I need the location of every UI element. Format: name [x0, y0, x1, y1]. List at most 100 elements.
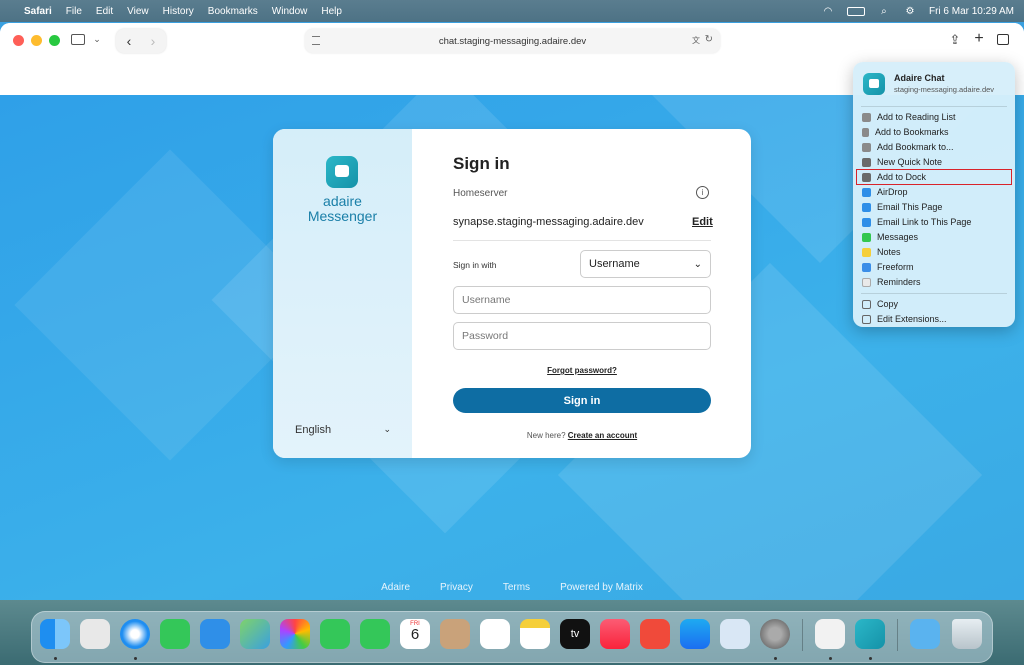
- adaire-chat-icon[interactable]: [855, 619, 885, 649]
- share-item-email-link[interactable]: Email Link to This Page: [857, 215, 1011, 229]
- downloads-folder-icon[interactable]: [910, 619, 940, 649]
- minimize-window-button[interactable]: [31, 35, 42, 46]
- footer-links: Adaire Privacy Terms Powered by Matrix: [0, 582, 1024, 593]
- new-here-text: New here?: [526, 431, 566, 440]
- phone-icon[interactable]: [360, 619, 390, 649]
- book-icon: [862, 142, 871, 152]
- close-window-button[interactable]: [13, 35, 24, 46]
- share-item-quick-note[interactable]: New Quick Note: [857, 155, 1011, 169]
- music-icon[interactable]: [600, 619, 630, 649]
- menu-edit[interactable]: Edit: [96, 6, 113, 17]
- username-placeholder: Username: [462, 294, 511, 306]
- menu-separator: [861, 106, 1007, 107]
- rocket-app-icon[interactable]: [640, 619, 670, 649]
- share-site-title: Adaire Chat: [894, 73, 945, 83]
- apple-tv-icon[interactable]: tv: [560, 619, 590, 649]
- safari-icon[interactable]: [120, 619, 150, 649]
- address-url: chat.staging-messaging.adaire.dev: [438, 35, 587, 47]
- wifi-icon[interactable]: ◠: [821, 6, 835, 17]
- finder-icon[interactable]: [40, 619, 70, 649]
- sign-in-method-select[interactable]: Username ⌄: [580, 250, 711, 278]
- sign-in-method-value: Username: [589, 258, 640, 270]
- reload-icon[interactable]: ↻: [705, 34, 713, 45]
- launchpad-icon[interactable]: [80, 619, 110, 649]
- share-item-copy[interactable]: Copy: [857, 297, 1011, 311]
- maps-icon[interactable]: [240, 619, 270, 649]
- share-item-notes[interactable]: Notes: [857, 245, 1011, 259]
- running-indicator: [869, 657, 872, 660]
- simulator-icon[interactable]: [720, 619, 750, 649]
- facetime-icon[interactable]: [320, 619, 350, 649]
- tv-label: tv: [570, 628, 580, 640]
- mail-icon[interactable]: [200, 619, 230, 649]
- sign-in-with-label: Sign in with: [453, 260, 497, 270]
- share-item-email-page[interactable]: Email This Page: [857, 200, 1011, 214]
- calendar-icon[interactable]: FRI 6: [400, 619, 430, 649]
- tab-overview-icon[interactable]: [997, 34, 1009, 45]
- share-item-reading-list[interactable]: Add to Reading List: [857, 110, 1011, 124]
- navigation-buttons: ‹ ›: [116, 29, 166, 53]
- translate-icon[interactable]: 文: [692, 35, 700, 46]
- create-account-link[interactable]: Create an account: [568, 431, 637, 440]
- share-item-add-bookmark-to[interactable]: Add Bookmark to...: [857, 140, 1011, 154]
- control-center-icon[interactable]: ⚙: [903, 6, 917, 17]
- username-input[interactable]: Username: [453, 286, 711, 314]
- homeserver-label: Homeserver: [453, 188, 508, 199]
- photos-icon[interactable]: [280, 619, 310, 649]
- share-item-add-bookmarks[interactable]: Add to Bookmarks: [857, 125, 1011, 139]
- app-store-icon[interactable]: [680, 619, 710, 649]
- sidebar-toggle-icon[interactable]: [71, 34, 85, 45]
- menu-file[interactable]: File: [66, 6, 82, 17]
- reminders-icon[interactable]: [480, 619, 510, 649]
- brand-subtitle: Messenger: [307, 208, 378, 224]
- share-item-reminders[interactable]: Reminders: [857, 275, 1011, 289]
- password-input[interactable]: Password: [453, 322, 711, 350]
- footer-link-terms[interactable]: Terms: [503, 582, 530, 593]
- address-bar[interactable]: chat.staging-messaging.adaire.dev 文 ↻: [305, 29, 720, 53]
- divider: [453, 240, 711, 241]
- menu-clock[interactable]: Fri 6 Mar 10:29 AM: [929, 6, 1014, 17]
- edit-homeserver-button[interactable]: Edit: [692, 216, 713, 228]
- copy-icon: [862, 299, 871, 309]
- running-indicator: [134, 657, 137, 660]
- recent-app-icon[interactable]: [815, 619, 845, 649]
- share-site-domain: staging-messaging.adaire.dev: [894, 85, 995, 94]
- new-tab-icon[interactable]: +: [972, 30, 986, 47]
- dock-icon: [862, 172, 871, 182]
- info-icon[interactable]: i: [696, 186, 709, 199]
- menu-history[interactable]: History: [163, 6, 194, 17]
- back-arrow-icon[interactable]: ‹: [122, 33, 136, 49]
- messages-icon[interactable]: [160, 619, 190, 649]
- airdrop-icon: [862, 187, 871, 197]
- menu-app-name[interactable]: Safari: [24, 6, 52, 17]
- chevron-down-icon: ⌄: [693, 258, 702, 270]
- battery-icon[interactable]: [846, 6, 865, 16]
- menu-window[interactable]: Window: [272, 6, 308, 17]
- page-menu-icon[interactable]: [312, 36, 320, 45]
- spotlight-search-icon[interactable]: ⌕: [877, 6, 891, 17]
- share-icon[interactable]: ⇪: [948, 32, 962, 48]
- footer-link-adaire[interactable]: Adaire: [381, 582, 410, 593]
- menu-help[interactable]: Help: [321, 6, 342, 17]
- trash-icon[interactable]: [952, 619, 982, 649]
- share-item-edit-extensions[interactable]: Edit Extensions...: [857, 312, 1011, 326]
- menu-bookmarks[interactable]: Bookmarks: [208, 6, 258, 17]
- footer-link-privacy[interactable]: Privacy: [440, 582, 473, 593]
- notes-icon[interactable]: [520, 619, 550, 649]
- forward-arrow-icon[interactable]: ›: [146, 33, 160, 49]
- footer-link-matrix[interactable]: Powered by Matrix: [560, 582, 643, 593]
- contacts-icon[interactable]: [440, 619, 470, 649]
- chevron-down-icon[interactable]: ⌄: [92, 33, 102, 45]
- sign-in-button[interactable]: Sign in: [453, 388, 711, 413]
- mail-icon: [862, 202, 871, 212]
- language-selector[interactable]: English ⌄: [295, 424, 391, 436]
- share-item-freeform[interactable]: Freeform: [857, 260, 1011, 274]
- system-settings-icon[interactable]: [760, 619, 790, 649]
- zoom-window-button[interactable]: [49, 35, 60, 46]
- share-item-airdrop[interactable]: AirDrop: [857, 185, 1011, 199]
- forgot-password-link[interactable]: Forgot password?: [453, 366, 711, 375]
- bookmark-icon: [862, 127, 869, 137]
- share-item-add-to-dock[interactable]: Add to Dock: [856, 169, 1012, 185]
- share-item-messages[interactable]: Messages: [857, 230, 1011, 244]
- menu-view[interactable]: View: [127, 6, 149, 17]
